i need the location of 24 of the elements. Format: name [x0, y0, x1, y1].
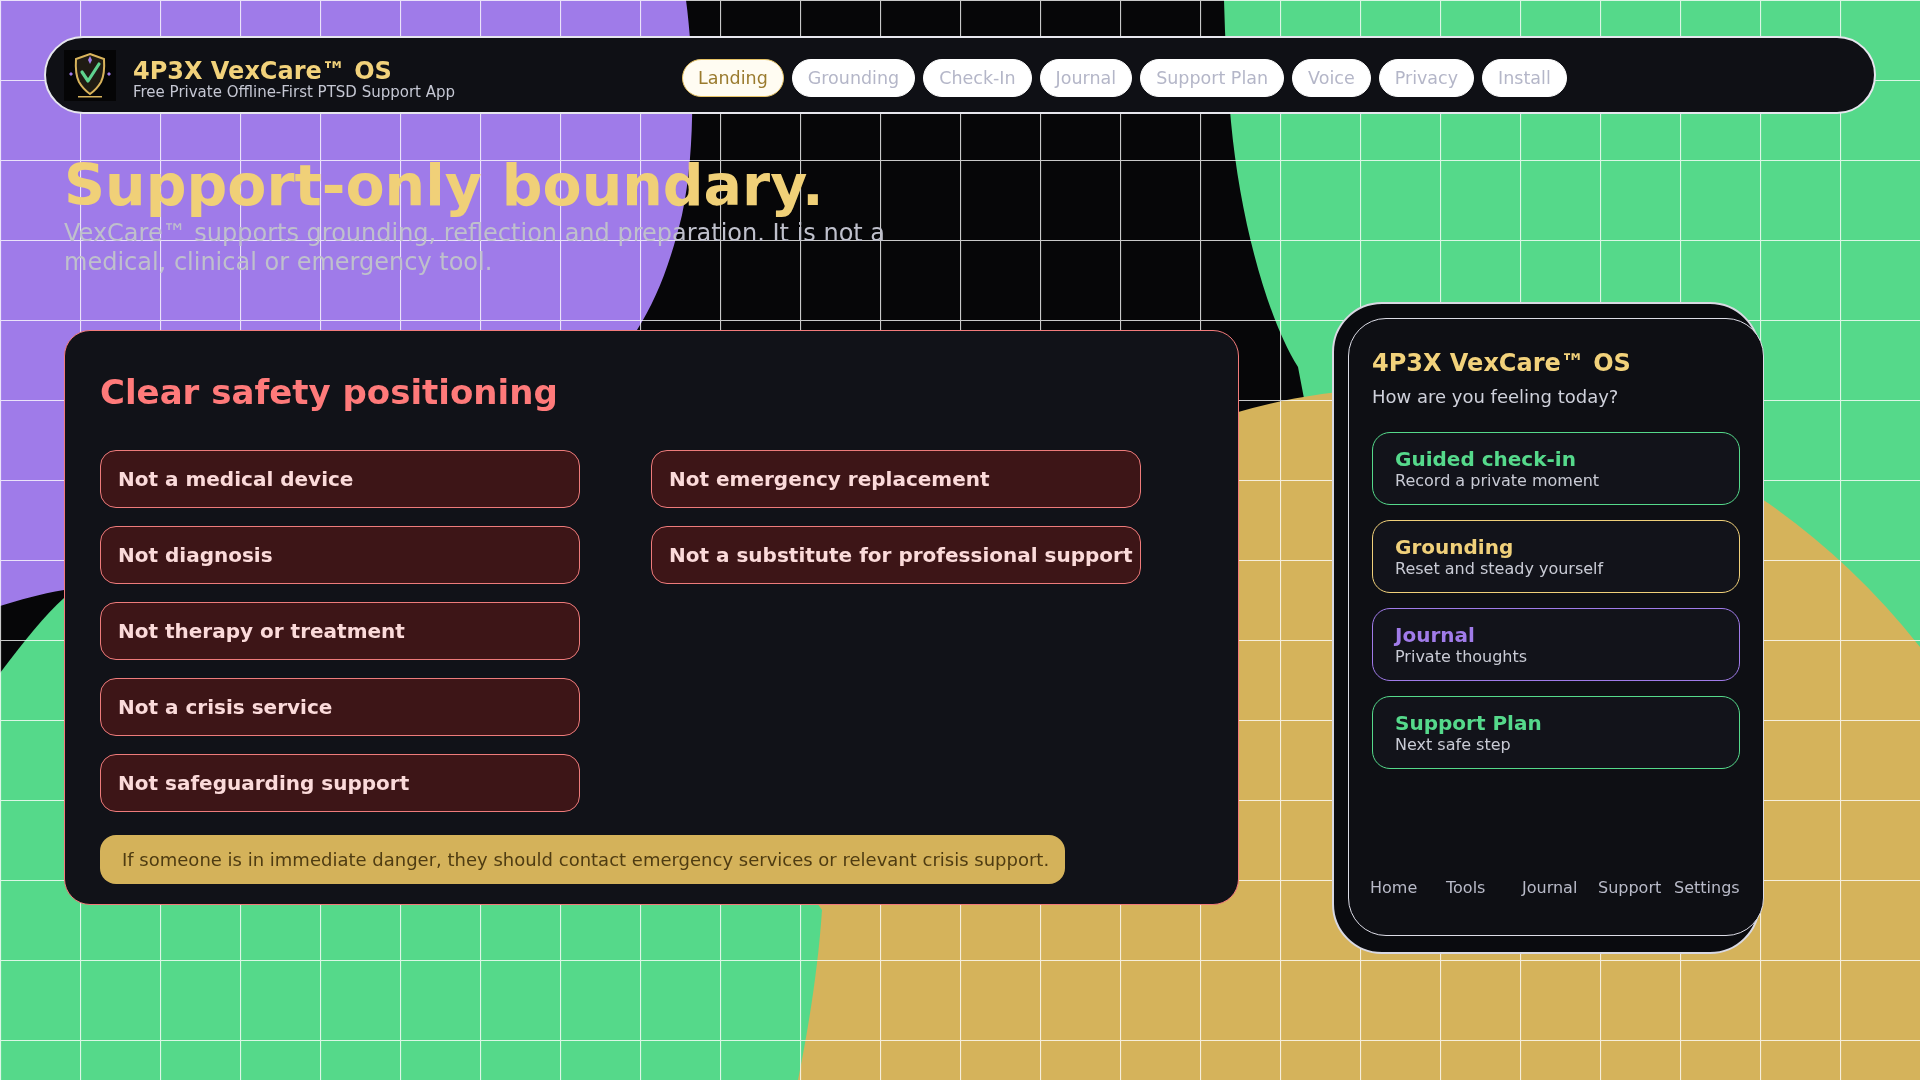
feature-card[interactable]: Guided check-in Record a private moment	[1372, 432, 1740, 505]
bottom-nav-item[interactable]: Home	[1370, 878, 1418, 898]
boundary-item: Not safeguarding support	[100, 754, 580, 812]
bottom-nav-item[interactable]: Journal	[1522, 878, 1578, 898]
shield-icon	[64, 49, 116, 101]
app-subtitle: Free Private Offline-First PTSD Support App	[133, 82, 456, 101]
boundary-item: Not a substitute for professional support	[651, 526, 1141, 584]
feature-card[interactable]: Grounding Reset and steady yourself	[1372, 520, 1740, 593]
boundary-item: Not a medical device	[100, 450, 580, 508]
boundary-item: Not emergency replacement	[651, 450, 1141, 508]
boundary-item: Not diagnosis	[100, 526, 580, 584]
phone-app-title: 4P3X VexCare™ OS	[1372, 348, 1632, 378]
feature-card[interactable]: Journal Private thoughts	[1372, 608, 1740, 681]
bottom-nav-item[interactable]: Support	[1598, 878, 1662, 898]
bottom-nav-item[interactable]: Settings	[1674, 878, 1740, 898]
card-heading: Clear safety positioning	[100, 372, 558, 412]
boundary-item: Not a crisis service	[100, 678, 580, 736]
phone-prompt: How are you feeling today?	[1372, 385, 1620, 409]
bottom-nav-item[interactable]: Tools	[1446, 878, 1486, 898]
emergency-notice: If someone is in immediate danger, they should contact emergency services or relevant crisis support.	[100, 835, 1066, 884]
boundary-item: Not therapy or treatment	[100, 602, 580, 660]
app-title: 4P3X VexCare™ OS	[133, 58, 393, 83]
nav-tab[interactable]: Landing	[682, 58, 784, 97]
feature-card[interactable]: Support Plan Next safe step	[1372, 696, 1740, 769]
